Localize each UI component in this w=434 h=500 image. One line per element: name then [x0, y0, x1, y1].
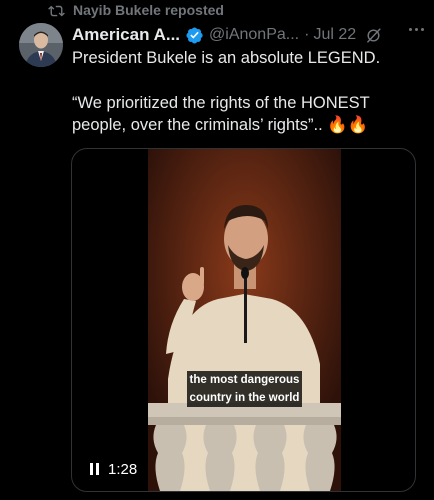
author-display-name[interactable]: American A... [72, 25, 180, 45]
separator-dot: · [304, 26, 310, 43]
video-controls: 1:28 [90, 459, 137, 479]
repost-label: Nayib Bukele reposted [73, 2, 224, 18]
avatar-photo [19, 23, 63, 67]
video-frame: the most dangerous country in the world [148, 149, 341, 491]
video-scene [148, 149, 341, 491]
tweet-header: American A... @iAnonPa... · Jul 22 [72, 24, 424, 46]
repost-icon [48, 3, 65, 17]
video-caption-line-2: country in the world [186, 389, 303, 407]
video-caption-line-1: the most dangerous [186, 371, 303, 389]
video-caption: the most dangerous country in the world [182, 371, 307, 407]
verified-badge-icon [186, 26, 203, 44]
tweet-text-line-1: President Bukele is an absolute LEGEND. [72, 49, 381, 67]
repost-indicator[interactable]: Nayib Bukele reposted [48, 1, 224, 19]
grok-icon[interactable] [365, 27, 382, 44]
video-player[interactable]: the most dangerous country in the world … [71, 148, 416, 492]
author-handle[interactable]: @iAnonPa... [209, 26, 299, 44]
pause-icon[interactable] [90, 463, 99, 475]
tweet-text-line-2: “We prioritized the rights of the HONEST [72, 94, 370, 112]
tweet-text-line-3: people, over the criminals’ rights”.. 🔥🔥 [72, 116, 369, 134]
tweet-date[interactable]: Jul 22 [313, 26, 356, 44]
video-timestamp: 1:28 [108, 460, 138, 478]
avatar[interactable] [19, 23, 63, 67]
more-options-icon[interactable] [409, 28, 424, 31]
